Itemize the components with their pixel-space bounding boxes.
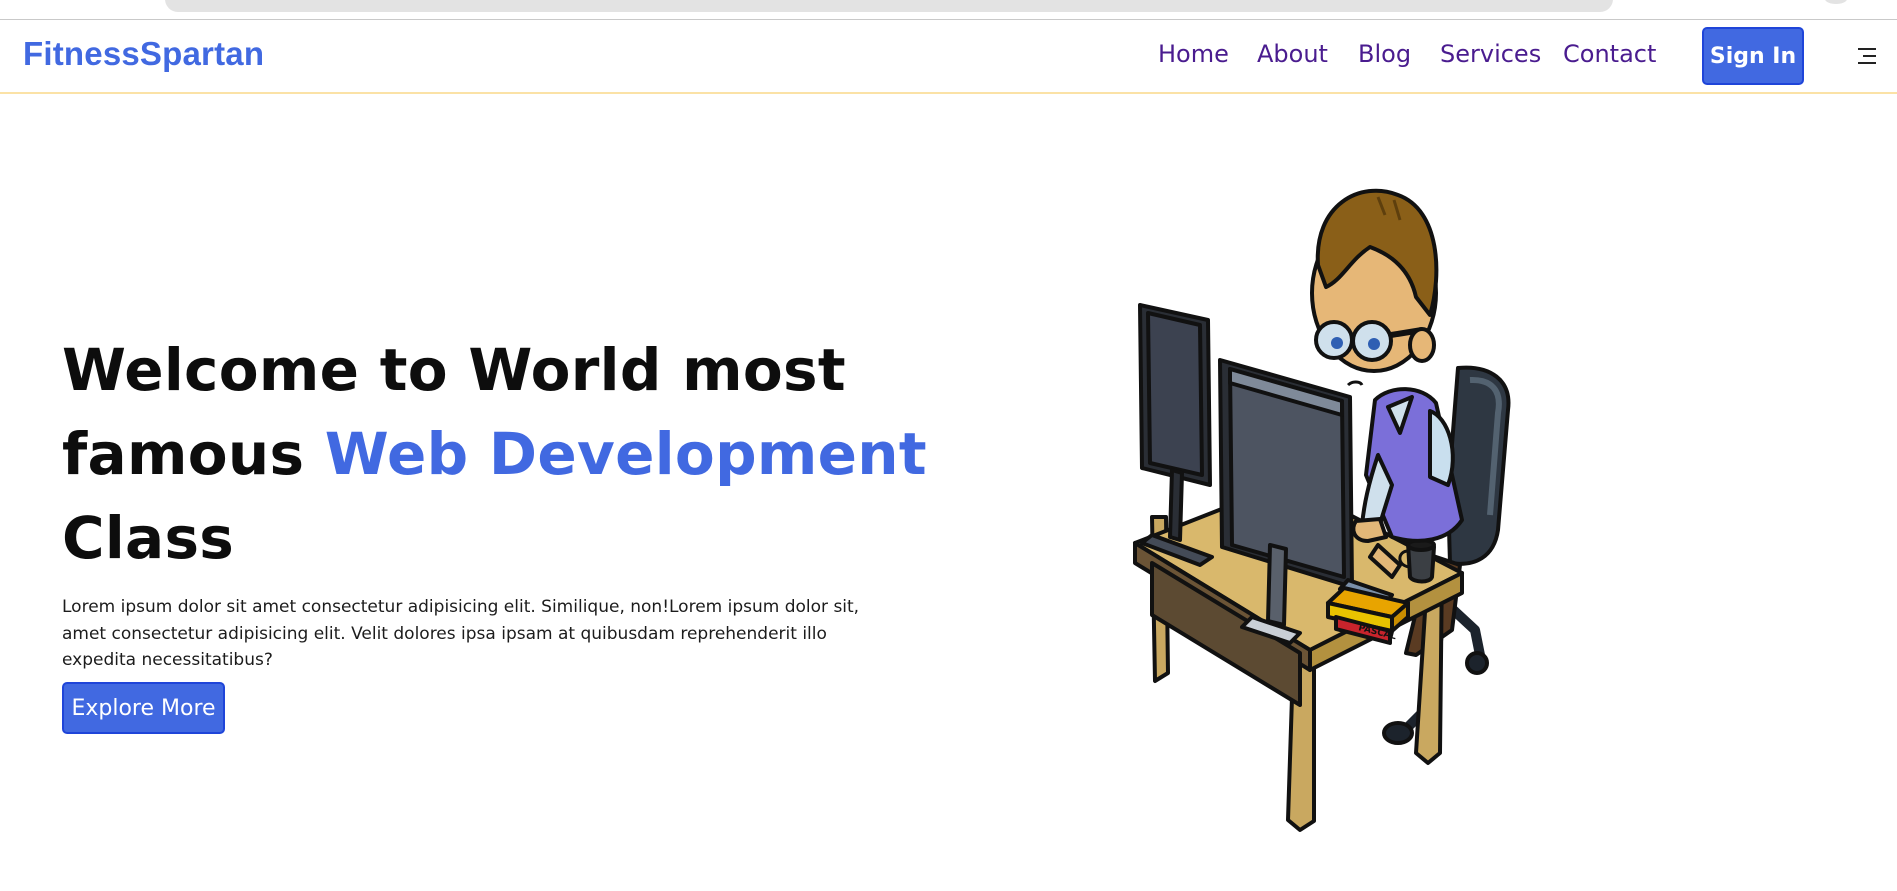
sign-in-button[interactable]: Sign In (1702, 27, 1804, 85)
developer-at-desk-illustration: PASCAL (1133, 188, 1511, 832)
nav-link-services[interactable]: Services (1440, 40, 1541, 68)
browser-toolbar (0, 0, 1897, 20)
nav-link-about[interactable]: About (1257, 40, 1328, 68)
address-bar[interactable] (165, 0, 1613, 12)
hero-title: Welcome to World most famous Web Develop… (62, 328, 942, 580)
nav-link-blog[interactable]: Blog (1358, 40, 1411, 68)
nav-link-contact[interactable]: Contact (1563, 40, 1656, 68)
profile-icon[interactable] (1825, 0, 1847, 4)
hero-description: Lorem ipsum dolor sit amet consectetur a… (62, 597, 860, 670)
nav-link-home[interactable]: Home (1158, 40, 1229, 68)
brand-logo[interactable]: FitnessSpartan (23, 35, 264, 73)
hamburger-menu-icon[interactable] (1854, 46, 1876, 66)
explore-more-button[interactable]: Explore More (62, 682, 225, 734)
navbar: FitnessSpartan Home About Blog Services … (0, 20, 1897, 94)
hero-title-end: Class (62, 504, 235, 572)
hero-title-accent: Web Development (324, 420, 927, 488)
